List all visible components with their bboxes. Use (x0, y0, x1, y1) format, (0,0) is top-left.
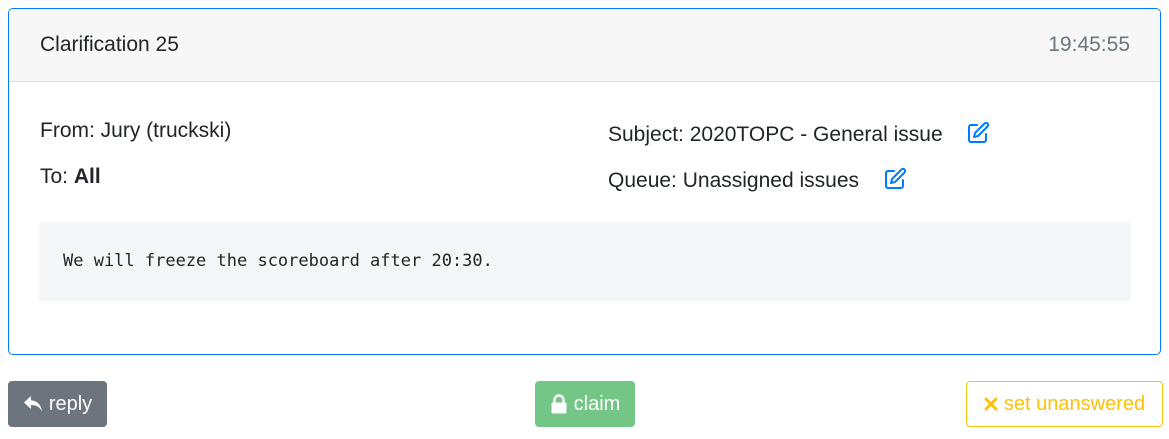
message-text: We will freeze the scoreboard after 20:3… (63, 251, 493, 271)
set-unanswered-button[interactable]: set unanswered (966, 381, 1163, 427)
clarification-card: Clarification 25 19:45:55 From: Jury (tr… (8, 8, 1161, 355)
subject-value: 2020TOPC - General issue (689, 123, 943, 146)
reply-button[interactable]: reply (8, 381, 107, 427)
x-icon (984, 397, 998, 411)
to-value: All (73, 165, 101, 188)
lock-icon (550, 394, 568, 414)
clarification-time: 19:45:55 (1048, 33, 1130, 56)
queue-field: Queue: Unassigned issues (608, 167, 907, 193)
claim-label: claim (573, 392, 621, 415)
subject-field: Subject: 2020TOPC - General issue (608, 121, 990, 147)
message-box: We will freeze the scoreboard after 20:3… (39, 222, 1131, 301)
set-unanswered-label: set unanswered (1003, 392, 1146, 415)
from-value: Jury (truckski) (100, 119, 232, 142)
from-field: From: Jury (truckski) (40, 119, 231, 143)
reply-icon (23, 395, 43, 413)
subject-label: Subject: (608, 123, 690, 146)
queue-value: Unassigned issues (682, 169, 859, 192)
card-header: Clarification 25 19:45:55 (9, 9, 1160, 82)
reply-label: reply (48, 392, 93, 415)
claim-button[interactable]: claim (535, 381, 635, 427)
clarification-title: Clarification 25 (40, 33, 179, 56)
from-label: From: (40, 119, 101, 142)
edit-subject-icon[interactable] (966, 121, 990, 145)
queue-label: Queue: (608, 169, 683, 192)
to-label: To: (40, 165, 74, 188)
edit-queue-icon[interactable] (883, 167, 907, 191)
to-field: To: All (40, 165, 101, 189)
